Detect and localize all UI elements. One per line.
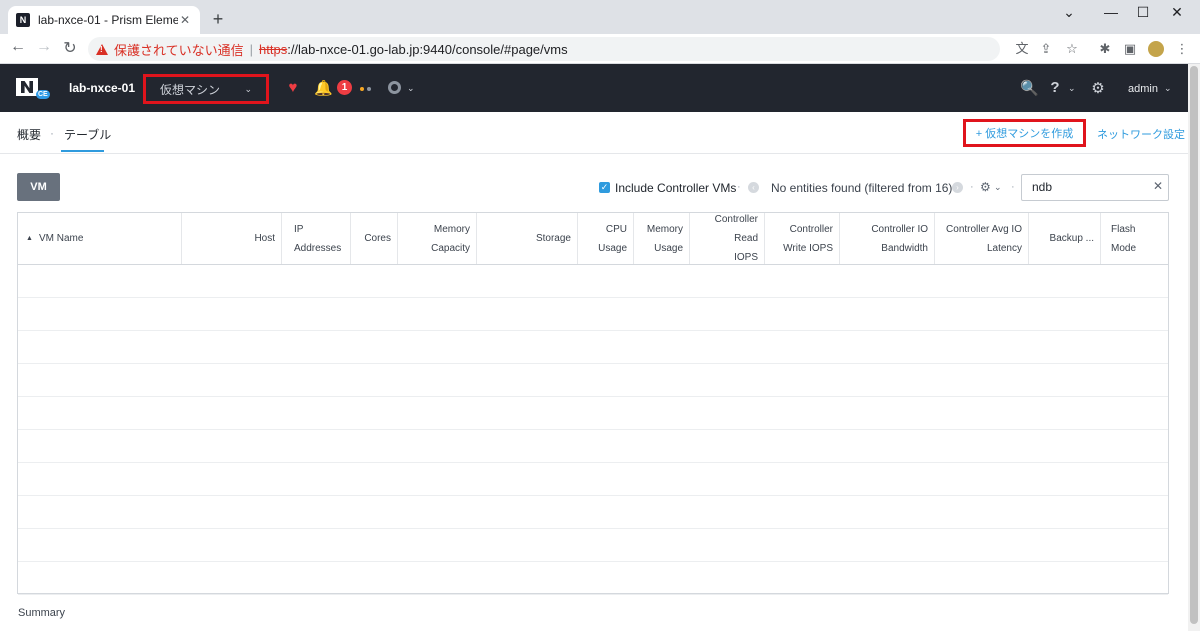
table-header: ▲ VM Name Host IP Addresses Cores Memory C… — [18, 213, 1168, 265]
forward-icon[interactable]: → — [34, 38, 54, 56]
maximize-button[interactable]: ☐ — [1128, 4, 1158, 21]
translate-icon[interactable]: 文 — [1014, 41, 1030, 57]
cluster-name[interactable]: lab-nxce-01 — [69, 81, 135, 95]
col-controller-write-iops[interactable]: Controller Write IOPS — [765, 213, 840, 264]
scrollbar-thumb[interactable] — [1190, 66, 1198, 624]
url-divider: | — [249, 41, 254, 57]
col-memory-usage[interactable]: Memory Usage — [634, 213, 690, 264]
table-row — [18, 430, 1168, 463]
new-tab-button[interactable]: + — [208, 9, 228, 30]
toolbar-separator: · — [737, 181, 741, 193]
user-menu[interactable]: admin — [1128, 83, 1158, 95]
tab-overview[interactable]: 概要 — [17, 126, 41, 143]
health-heart-icon[interactable]: ♥ — [284, 79, 302, 96]
minimize-button[interactable]: — — [1096, 4, 1126, 20]
warning-icon[interactable] — [96, 43, 108, 55]
help-icon[interactable]: ? — [1046, 79, 1064, 96]
back-icon[interactable]: ← — [8, 38, 28, 56]
table-row — [18, 265, 1168, 298]
toolbar-separator-3: · — [1011, 181, 1015, 193]
table-row — [18, 298, 1168, 331]
profile-avatar[interactable] — [1148, 41, 1164, 57]
table-row — [18, 331, 1168, 364]
col-memory-capacity[interactable]: Memory Capacity — [398, 213, 477, 264]
main-menu-dropdown[interactable]: 仮想マシン ⌄ — [143, 74, 269, 104]
extensions-icon[interactable]: ✱ — [1097, 41, 1113, 57]
table-settings-chevron-icon[interactable]: ⌄ — [994, 182, 1002, 193]
ce-badge: CE — [36, 90, 50, 99]
browser-tab[interactable]: N lab-nxce-01 - Prism Element ✕ — [8, 6, 200, 34]
browser-menu-icon[interactable]: ⋮ — [1174, 41, 1190, 57]
clear-search-icon[interactable]: ✕ — [1153, 179, 1163, 193]
table-row — [18, 397, 1168, 430]
url-text: ://lab-nxce-01.go-lab.jp:9440/console/#p… — [287, 41, 568, 57]
table-row — [18, 463, 1168, 496]
col-host[interactable]: Host — [182, 213, 282, 264]
browser-tabstrip: N lab-nxce-01 - Prism Element ✕ + ⌄ — ☐ … — [0, 0, 1200, 34]
entity-count-status: No entities found (filtered from 16) — [771, 181, 953, 195]
include-cvm-label[interactable]: Include Controller VMs — [615, 181, 736, 195]
reload-icon[interactable]: ↻ — [60, 38, 80, 58]
col-flash-mode[interactable]: Flash Mode — [1101, 213, 1168, 264]
vm-entity-button[interactable]: VM — [17, 173, 60, 201]
nutanix-logo-icon[interactable] — [16, 78, 38, 96]
alert-count-badge[interactable]: 1 — [337, 80, 352, 95]
network-settings-link[interactable]: ネットワーク設定 — [1097, 126, 1185, 142]
col-controller-read-iops[interactable]: Controller Read IOPS — [690, 213, 765, 264]
url-field[interactable]: 保護されていない通信 | https ://lab-nxce-01.go-lab… — [88, 37, 1000, 61]
toolbar-separator-2: · — [970, 181, 974, 193]
table-row — [18, 496, 1168, 529]
warning-dot-icon[interactable] — [360, 87, 364, 91]
vm-table: ▲ VM Name Host IP Addresses Cores Memory C… — [17, 212, 1169, 595]
info-dot-icon[interactable] — [367, 87, 371, 91]
prev-page-icon[interactable]: ‹ — [748, 182, 759, 193]
col-cores[interactable]: Cores — [351, 213, 398, 264]
close-tab-icon[interactable]: ✕ — [178, 13, 192, 27]
settings-gear-icon[interactable]: ⚙ — [1089, 79, 1107, 97]
table-row — [18, 364, 1168, 397]
include-cvm-checkbox[interactable]: ✓ — [599, 182, 610, 193]
share-icon[interactable]: ⇪ — [1038, 41, 1054, 57]
summary-heading: Summary — [18, 607, 66, 619]
tasks-chevron-icon[interactable]: ⌄ — [407, 83, 415, 94]
col-ip-addresses[interactable]: IP Addresses — [282, 213, 351, 264]
subnav-separator: · — [50, 126, 54, 140]
url-scheme: https — [259, 41, 288, 57]
search-icon[interactable]: 🔍 — [1020, 79, 1039, 97]
alert-bell-icon[interactable]: 🔔 — [314, 79, 333, 97]
close-window-button[interactable]: ✕ — [1162, 4, 1192, 21]
table-settings-gear-icon[interactable]: ⚙ — [980, 180, 991, 194]
security-label[interactable]: 保護されていない通信 — [114, 40, 244, 59]
next-page-icon[interactable]: › — [952, 182, 963, 193]
prism-header: CE lab-nxce-01 仮想マシン ⌄ ♥ 🔔 1 ⌄ 🔍 ? ⌄ ⚙ a… — [0, 64, 1188, 112]
col-controller-io-bandwidth[interactable]: Controller IO Bandwidth — [840, 213, 935, 264]
nutanix-favicon-icon: N — [16, 13, 30, 27]
address-bar: ← → ↻ 保護されていない通信 | https ://lab-nxce-01.… — [0, 34, 1200, 64]
col-cpu-usage[interactable]: CPU Usage — [578, 213, 634, 264]
tab-search-icon[interactable]: ⌄ — [1054, 4, 1084, 21]
main-menu-selected: 仮想マシン — [160, 82, 221, 97]
tab-title: lab-nxce-01 - Prism Element — [38, 13, 178, 27]
table-row — [18, 562, 1168, 595]
tasks-circle-icon[interactable] — [388, 81, 401, 94]
user-chevron-icon[interactable]: ⌄ — [1164, 83, 1172, 94]
col-controller-avg-io-latency[interactable]: Controller Avg IO Latency — [935, 213, 1029, 264]
col-backup[interactable]: Backup ... — [1029, 213, 1101, 264]
help-chevron-icon[interactable]: ⌄ — [1068, 83, 1076, 94]
sort-ascending-icon: ▲ — [26, 234, 33, 242]
active-tab-underline — [61, 150, 104, 152]
col-storage[interactable]: Storage — [477, 213, 578, 264]
col-vm-name[interactable]: ▲ VM Name — [18, 213, 182, 264]
table-search-input[interactable]: ndb — [1021, 174, 1169, 201]
sidepanel-icon[interactable]: ▣ — [1122, 41, 1138, 57]
chevron-down-icon: ⌄ — [244, 83, 252, 94]
table-row — [18, 529, 1168, 562]
tab-table[interactable]: テーブル — [64, 126, 111, 143]
create-vm-button[interactable]: + 仮想マシンを作成 — [963, 119, 1086, 147]
bookmark-star-icon[interactable]: ☆ — [1064, 41, 1080, 57]
